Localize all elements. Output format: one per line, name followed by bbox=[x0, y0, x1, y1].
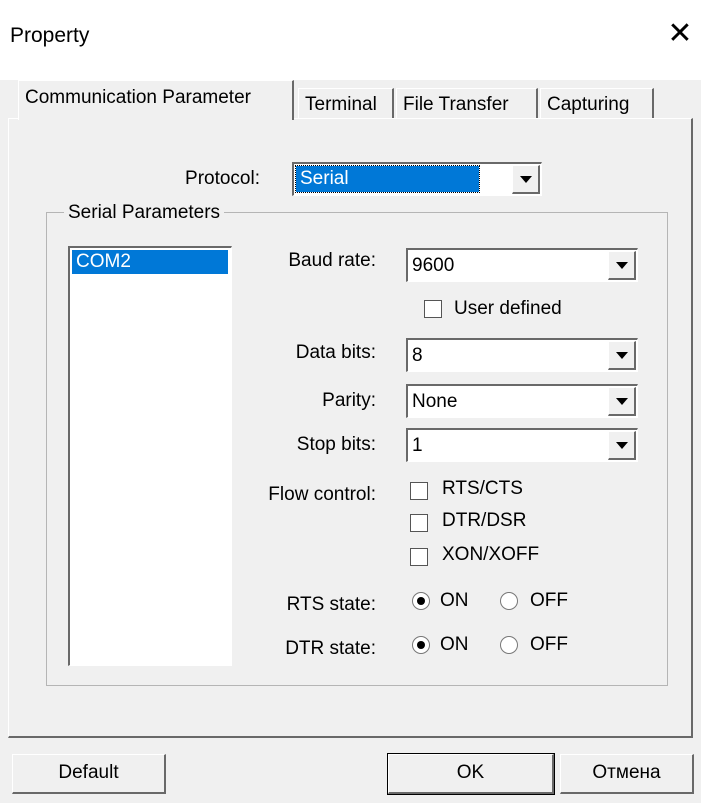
serial-parameters-title: Serial Parameters bbox=[64, 202, 225, 224]
protocol-select[interactable]: Serial bbox=[292, 162, 542, 196]
user-defined-label: User defined bbox=[454, 298, 562, 319]
dtr-on-radio[interactable] bbox=[412, 636, 430, 654]
dtr-dsr-checkbox[interactable] bbox=[410, 514, 428, 532]
chevron-down-icon bbox=[616, 262, 628, 269]
protocol-label: Protocol: bbox=[185, 168, 260, 189]
parity-select[interactable]: None bbox=[406, 384, 638, 418]
list-item-port[interactable]: COM2 bbox=[72, 250, 228, 274]
tab-label: Communication Parameter bbox=[25, 87, 251, 108]
stop-bits-label: Stop bits: bbox=[296, 434, 376, 455]
tab-terminal[interactable]: Terminal bbox=[298, 88, 394, 122]
rts-on-label: ON bbox=[440, 590, 469, 611]
stop-bits-value: 1 bbox=[412, 435, 423, 456]
dtr-off-radio[interactable] bbox=[500, 636, 518, 654]
rts-off-label: OFF bbox=[530, 590, 568, 611]
tab-label: Capturing bbox=[547, 94, 630, 115]
parity-value: None bbox=[412, 391, 458, 412]
chevron-down-icon bbox=[616, 352, 628, 359]
dtr-state-label: DTR state: bbox=[285, 638, 376, 659]
rts-cts-label: RTS/CTS bbox=[442, 478, 523, 499]
dtr-off-label: OFF bbox=[530, 634, 568, 655]
baud-rate-label: Baud rate: bbox=[288, 250, 376, 271]
tab-label: File Transfer bbox=[403, 94, 509, 115]
data-bits-label: Data bits: bbox=[295, 342, 376, 363]
tab-label: Terminal bbox=[305, 94, 377, 115]
baud-rate-value: 9600 bbox=[412, 255, 455, 276]
dtr-dsr-label: DTR/DSR bbox=[442, 510, 527, 531]
user-defined-checkbox[interactable] bbox=[424, 300, 442, 318]
xon-xoff-checkbox[interactable] bbox=[410, 548, 428, 566]
baud-rate-dropdown-button[interactable] bbox=[608, 251, 636, 280]
title-bar: Property ✕ bbox=[0, 0, 701, 80]
chevron-down-icon bbox=[520, 176, 532, 183]
rts-cts-checkbox[interactable] bbox=[410, 482, 428, 500]
chevron-down-icon bbox=[616, 398, 628, 405]
rts-off-radio[interactable] bbox=[500, 592, 518, 610]
window-title: Property bbox=[10, 24, 90, 47]
data-bits-dropdown-button[interactable] bbox=[608, 341, 636, 370]
cancel-button[interactable]: Отмена bbox=[560, 754, 694, 794]
data-bits-select[interactable]: 8 bbox=[406, 338, 638, 372]
chevron-down-icon bbox=[616, 442, 628, 449]
stop-bits-select[interactable]: 1 bbox=[406, 428, 638, 462]
tab-file-transfer[interactable]: File Transfer bbox=[396, 88, 538, 122]
dtr-on-label: ON bbox=[440, 634, 469, 655]
tab-communication-parameter[interactable]: Communication Parameter bbox=[18, 80, 294, 120]
protocol-value: Serial bbox=[295, 165, 480, 193]
xon-xoff-label: XON/XOFF bbox=[442, 544, 540, 565]
parity-dropdown-button[interactable] bbox=[608, 387, 636, 416]
default-button[interactable]: Default bbox=[12, 754, 166, 794]
protocol-dropdown-button[interactable] bbox=[512, 165, 540, 194]
rts-on-radio[interactable] bbox=[412, 592, 430, 610]
port-list[interactable]: COM2 bbox=[68, 246, 232, 666]
baud-rate-select[interactable]: 9600 bbox=[406, 248, 638, 282]
ok-button[interactable]: OK bbox=[387, 753, 555, 795]
stop-bits-dropdown-button[interactable] bbox=[608, 431, 636, 460]
tab-capturing[interactable]: Capturing bbox=[540, 88, 654, 122]
rts-state-label: RTS state: bbox=[286, 594, 376, 615]
data-bits-value: 8 bbox=[412, 345, 423, 366]
flow-control-label: Flow control: bbox=[268, 484, 376, 505]
close-icon[interactable]: ✕ bbox=[664, 18, 696, 50]
parity-label: Parity: bbox=[322, 390, 376, 411]
